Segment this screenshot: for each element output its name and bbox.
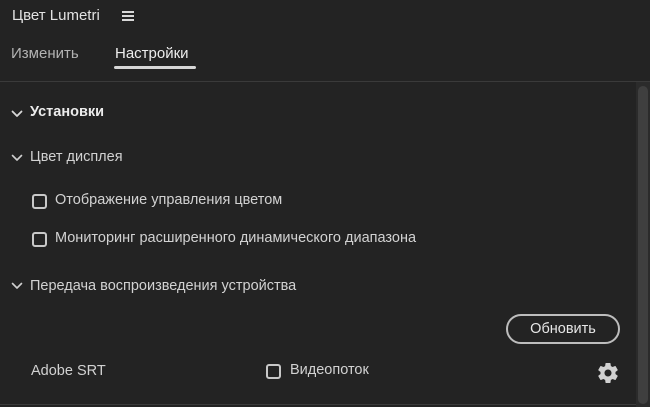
gear-icon[interactable] [596, 361, 620, 385]
panel-title: Цвет Lumetri [12, 7, 100, 24]
divider [0, 404, 636, 405]
device-name-label: Adobe SRT [31, 363, 106, 379]
chevron-down-icon[interactable] [11, 154, 23, 162]
section-presets-header[interactable]: Установки [30, 104, 104, 120]
scrollbar-thumb[interactable] [638, 86, 648, 404]
hdr-monitoring-label: Мониторинг расширенного динамического ди… [55, 230, 417, 246]
color-management-label: Отображение управления цветом [55, 192, 283, 208]
hdr-monitoring-checkbox[interactable] [32, 232, 47, 247]
hamburger-icon[interactable] [122, 11, 134, 21]
section-device-playback-header[interactable]: Передача воспроизведения устройства [30, 278, 296, 294]
video-stream-label: Видеопоток [290, 362, 369, 378]
refresh-button[interactable]: Обновить [506, 314, 620, 344]
chevron-down-icon[interactable] [11, 282, 23, 290]
panel-header: Цвет Lumetri [0, 0, 650, 35]
lumetri-color-panel: Цвет Lumetri Изменить Настройки Установк… [0, 0, 650, 407]
tab-edit[interactable]: Изменить [11, 45, 79, 62]
color-management-checkbox[interactable] [32, 194, 47, 209]
chevron-down-icon[interactable] [11, 110, 23, 118]
tab-bar: Изменить Настройки [0, 35, 650, 82]
video-stream-checkbox[interactable] [266, 364, 281, 379]
section-display-color-header[interactable]: Цвет дисплея [30, 149, 123, 165]
active-tab-indicator [114, 66, 196, 69]
tab-settings[interactable]: Настройки [115, 45, 189, 62]
vertical-scrollbar[interactable] [636, 82, 650, 407]
